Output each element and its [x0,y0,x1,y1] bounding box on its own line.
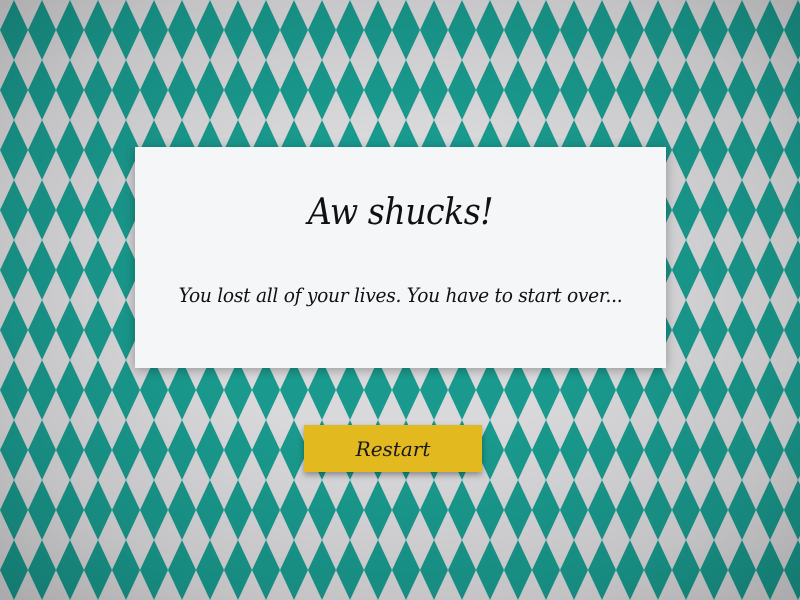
dialog-message: You lost all of your lives. You have to … [178,283,623,307]
dialog-title: Aw shucks! [307,192,494,233]
game-over-dialog: Aw shucks! You lost all of your lives. Y… [135,147,666,368]
restart-button[interactable]: Restart [304,425,482,472]
